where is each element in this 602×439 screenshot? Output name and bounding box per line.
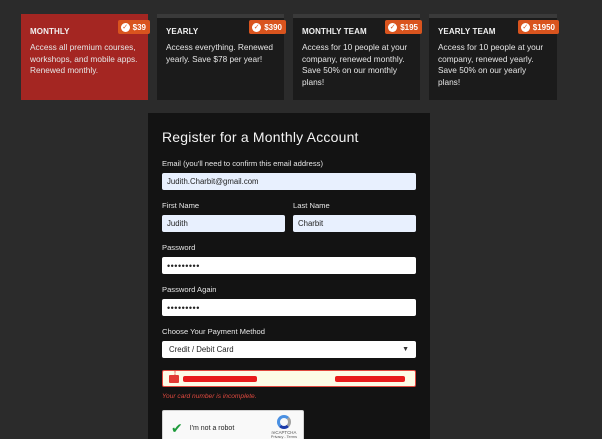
password-label: Password — [162, 243, 196, 252]
price-badge: ✓ $39 — [117, 20, 150, 34]
plan-description: Access for 10 people at your company, re… — [438, 42, 544, 87]
password-again-label: Password Again — [162, 285, 217, 294]
password-field[interactable]: ••••••••• — [162, 257, 416, 274]
check-circle-icon: ✓ — [120, 22, 130, 32]
card-number-field[interactable] — [162, 370, 416, 387]
chevron-down-icon: ▼ — [402, 346, 409, 353]
check-circle-icon: ✓ — [388, 22, 398, 32]
checkmark-icon[interactable]: ✔ — [171, 420, 183, 437]
first-name-label: First Name — [162, 201, 200, 210]
payment-method-label: Choose Your Payment Method — [162, 327, 266, 336]
card-error-message: Your card number is incomplete. — [162, 393, 257, 400]
price-label: $1950 — [532, 22, 555, 32]
price-badge: ✓ $195 — [385, 20, 422, 34]
plan-selector: MONTHLY Access all premium courses, work… — [21, 14, 561, 100]
recaptcha-logo: reCAPTCHA Privacy - Terms — [271, 415, 297, 439]
price-label: $390 — [264, 22, 282, 32]
plan-description: Access all premium courses, workshops, a… — [30, 42, 138, 75]
plan-card-yearly-team[interactable]: YEARLY TEAM Access for 10 people at your… — [429, 14, 559, 100]
recaptcha-icon — [276, 415, 291, 429]
recaptcha-widget[interactable]: ✔ I'm not a robot reCAPTCHA Privacy - Te… — [162, 410, 304, 439]
plan-card-monthly[interactable]: MONTHLY Access all premium courses, work… — [21, 14, 150, 100]
payment-method-select[interactable]: Credit / Debit Card ▼ — [162, 341, 416, 358]
price-badge: ✓ $1950 — [517, 20, 559, 34]
redaction-mark — [183, 376, 257, 382]
password-again-field[interactable]: ••••••••• — [162, 299, 416, 316]
price-label: $195 — [400, 22, 418, 32]
payment-method-value: Credit / Debit Card — [169, 345, 234, 354]
plan-card-yearly[interactable]: YEARLY Access everything. Renewed yearly… — [157, 14, 286, 100]
redaction-mark — [335, 376, 405, 382]
first-name-field[interactable]: Judith — [162, 215, 285, 232]
registration-form: Register for a Monthly Account Email (yo… — [148, 113, 430, 439]
card-error-icon — [169, 371, 179, 383]
check-circle-icon: ✓ — [252, 22, 262, 32]
price-label: $39 — [132, 22, 146, 32]
recaptcha-links[interactable]: Privacy - Terms — [271, 435, 297, 439]
plan-description: Access everything. Renewed yearly. Save … — [166, 42, 273, 64]
plan-card-monthly-team[interactable]: MONTHLY TEAM Access for 10 people at you… — [293, 14, 422, 100]
plan-description: Access for 10 people at your company, re… — [302, 42, 408, 87]
email-label: Email (you'll need to confirm this email… — [162, 159, 323, 168]
last-name-label: Last Name — [293, 201, 330, 210]
price-badge: ✓ $390 — [249, 20, 286, 34]
form-title: Register for a Monthly Account — [162, 129, 359, 145]
email-field[interactable]: Judith.Charbit@gmail.com — [162, 173, 416, 190]
last-name-field[interactable]: Charbit — [293, 215, 416, 232]
check-circle-icon: ✓ — [520, 22, 530, 32]
captcha-label: I'm not a robot — [189, 424, 235, 432]
